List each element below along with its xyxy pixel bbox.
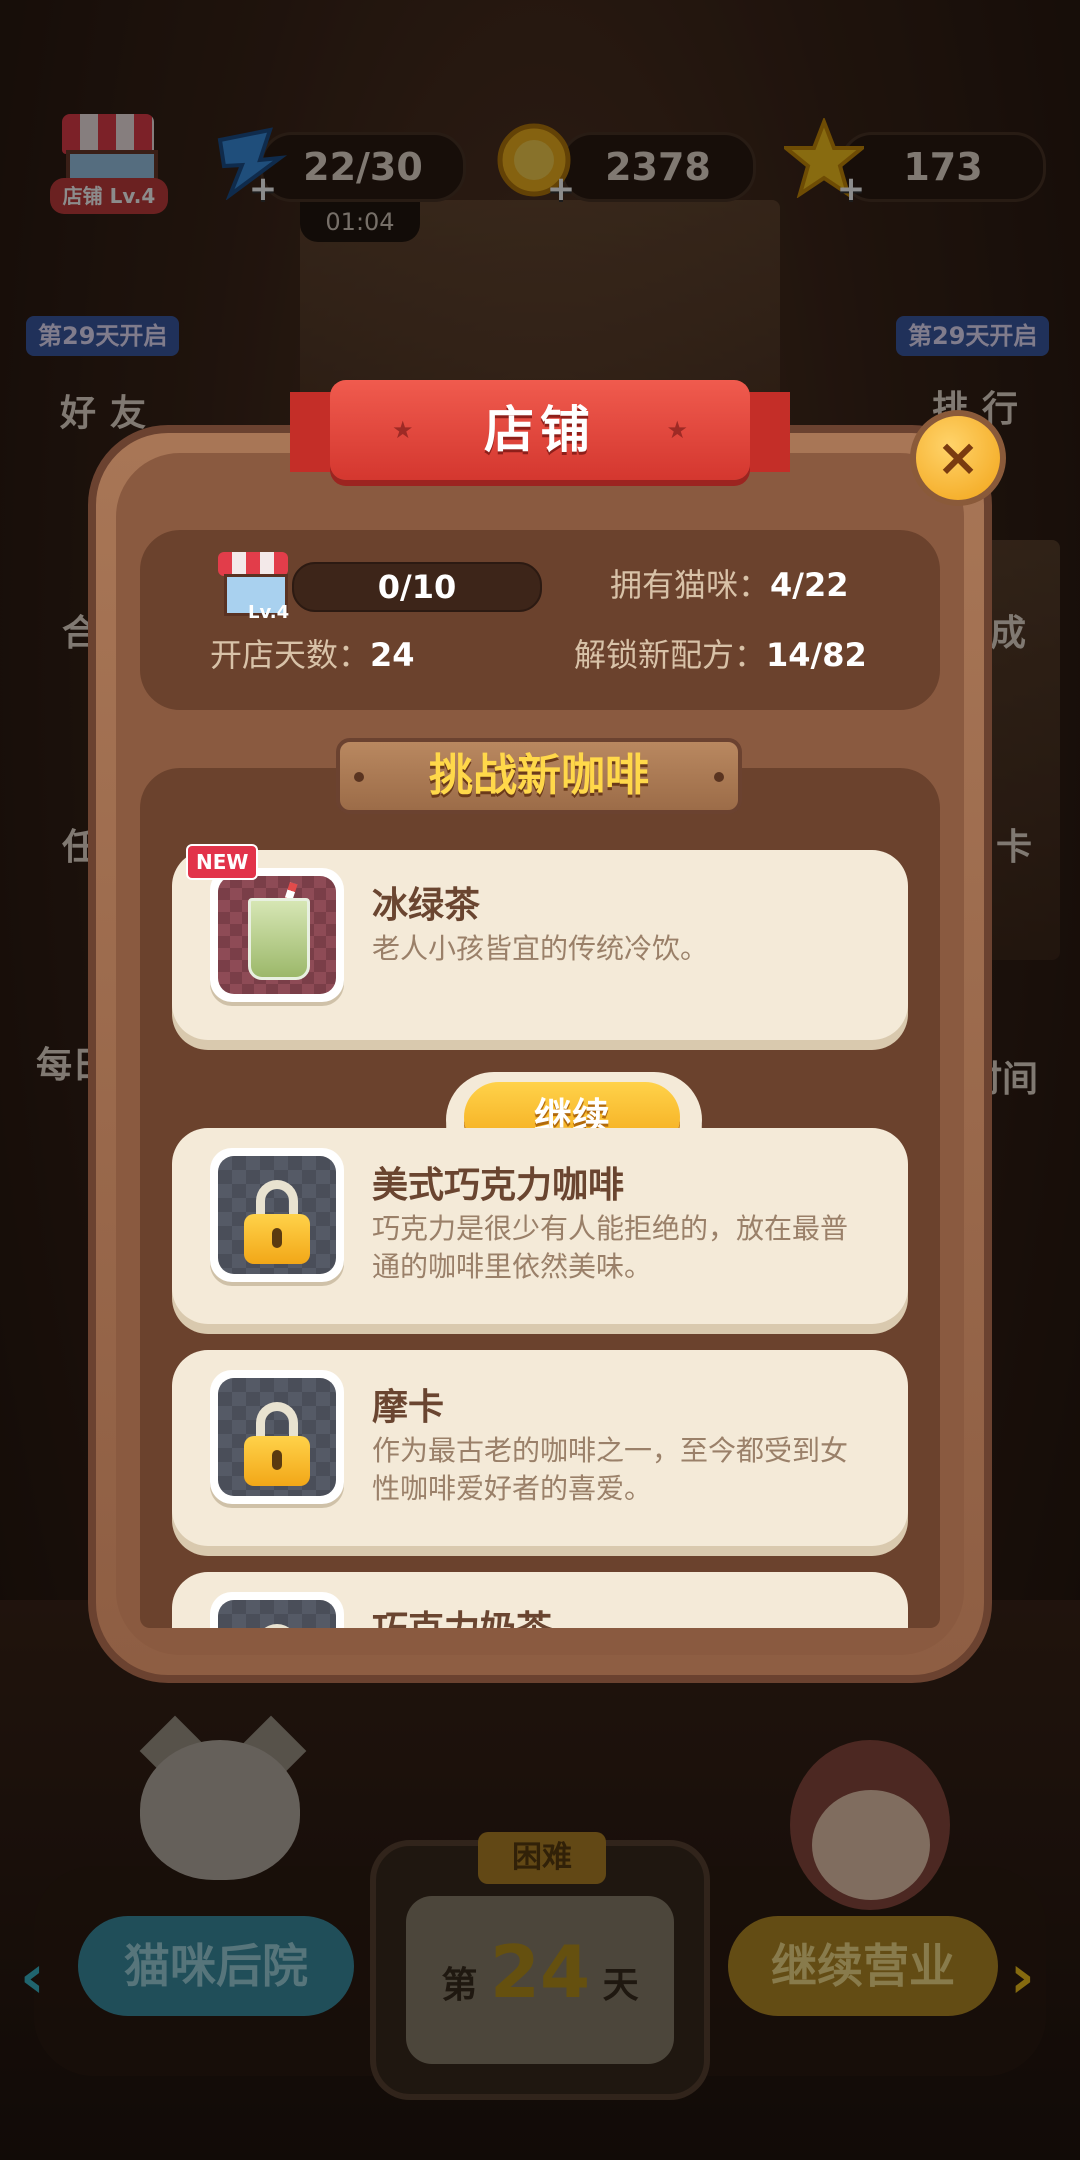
section-title-plank: 挑战新咖啡 (336, 738, 742, 814)
list-item-american-chocolate-coffee[interactable]: 美式巧克力咖啡 巧克力是很少有人能拒绝的，放在最普通的咖啡里依然美味。 (172, 1128, 908, 1324)
recipe-title: 巧克力奶茶 (372, 1600, 552, 1628)
recipe-thumbnail (210, 1592, 344, 1628)
recipe-title: 摩卡 (372, 1387, 445, 1428)
list-item-chocolate-milk-tea[interactable]: 巧克力奶茶 (172, 1572, 908, 1628)
list-item-mocha[interactable]: 摩卡 作为最古老的咖啡之一，至今都受到女性咖啡爱好者的喜爱。 (172, 1350, 908, 1546)
recipe-thumbnail (210, 868, 344, 1002)
close-icon: × (936, 428, 980, 488)
green-tea-icon (248, 898, 310, 980)
recipe-title: 冰绿茶 (372, 885, 481, 926)
modal-title-ribbon: ★ ★ 店铺 (290, 380, 790, 480)
shop-progress-bar: 0/10 (292, 562, 542, 612)
coffee-challenge-list[interactable]: NEW 冰绿茶 老人小孩皆宜的传统冷饮。 继续 美式巧克力咖啡 巧克力是很少有人… (140, 768, 940, 1628)
recipe-thumbnail (210, 1370, 344, 1504)
recipes-unlocked: 解锁新配方：14/82 (574, 636, 867, 674)
recipe-description: 作为最古老的咖啡之一，至今都受到女性咖啡爱好者的喜爱。 (372, 1434, 849, 1505)
new-badge: NEW (186, 844, 259, 880)
shop-level-small: Lv.4 (248, 602, 290, 623)
recipe-title: 美式巧克力咖啡 (372, 1165, 625, 1206)
recipe-thumbnail (210, 1148, 344, 1282)
recipe-description: 老人小孩皆宜的传统冷饮。 (372, 932, 709, 965)
section-title: 挑战新咖啡 (429, 750, 649, 801)
days-open: 开店天数：24 (210, 636, 415, 674)
shop-progress-text: 0/10 (377, 568, 457, 606)
list-item-iced-green-tea[interactable]: NEW 冰绿茶 老人小孩皆宜的传统冷饮。 继续 (172, 844, 908, 1168)
modal-title: 店铺 (484, 401, 596, 459)
close-button[interactable]: × (910, 410, 1006, 506)
recipe-description: 巧克力是很少有人能拒绝的，放在最普通的咖啡里依然美味。 (372, 1212, 849, 1283)
cats-owned: 拥有猫咪：4/22 (610, 566, 849, 604)
